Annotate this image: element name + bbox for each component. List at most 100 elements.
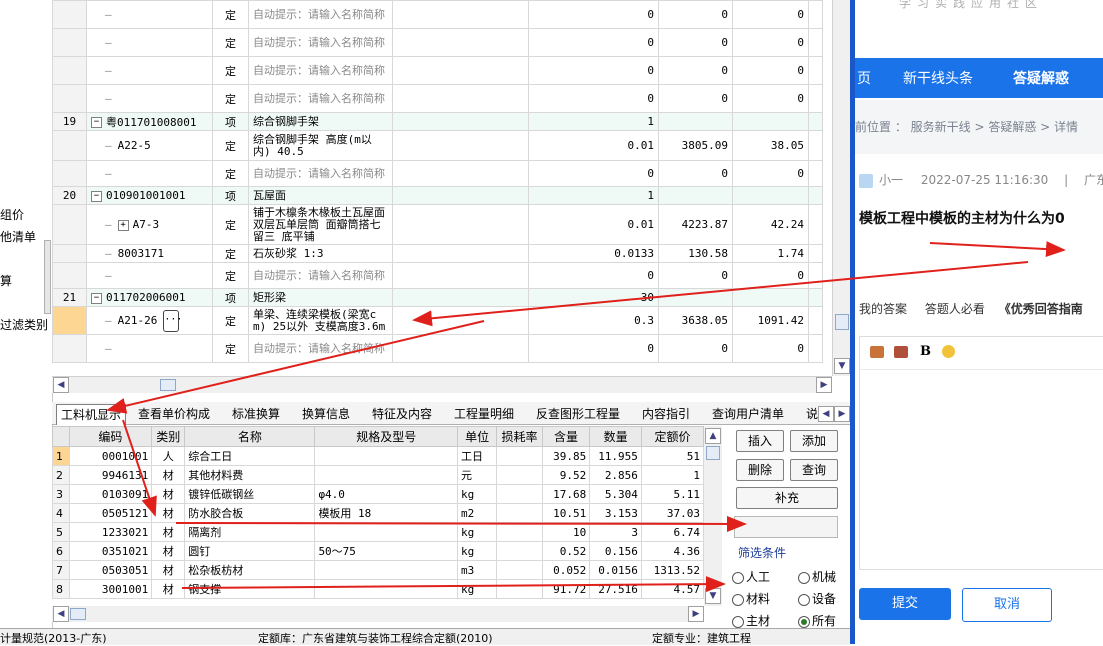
unit-price-cell[interactable]: 130.58 [658, 244, 733, 263]
material-spec[interactable] [314, 446, 459, 466]
collapse-icon[interactable]: − [91, 117, 102, 128]
code-cell[interactable]: — + A7-3 [86, 204, 213, 245]
scroll-up-icon[interactable]: ▲ [705, 428, 721, 444]
quantity-cell[interactable]: 0.3 [528, 306, 659, 335]
tab-content-guide[interactable]: 内容指引 [638, 404, 694, 424]
material-spec[interactable] [314, 560, 459, 580]
bill-row[interactable]: 20−010901001001 项瓦屋面 1 [52, 186, 823, 205]
material-content[interactable]: 9.52 [541, 465, 591, 485]
material-loss-rate[interactable] [496, 465, 543, 485]
bold-icon[interactable]: B [920, 344, 931, 359]
quantity-cell[interactable]: 30 [528, 288, 659, 307]
header-content[interactable]: 含量 [541, 426, 591, 447]
spec-cell[interactable] [392, 130, 529, 161]
total-cell[interactable]: 42.24 [732, 204, 809, 245]
material-quota-price[interactable]: 51 [640, 446, 704, 466]
query-button[interactable]: 查询 [790, 459, 838, 481]
material-quota-price[interactable]: 1313.52 [640, 560, 704, 580]
total-cell[interactable]: 0 [732, 0, 809, 29]
material-row[interactable]: 3 0103091 材镀锌低碳钢丝 φ4.0 kg 17.68 5.304 5.11 [52, 484, 704, 504]
quantity-cell[interactable]: 0 [528, 334, 659, 363]
material-quota-price[interactable]: 37.03 [640, 503, 704, 523]
material-content[interactable]: 17.68 [541, 484, 591, 504]
material-category[interactable]: 材 [151, 541, 186, 561]
total-cell[interactable]: 0 [732, 160, 809, 187]
collapse-icon[interactable]: − [91, 190, 102, 202]
type-cell[interactable]: 项 [212, 288, 249, 307]
filter-option-labor[interactable]: 人工 [732, 568, 770, 585]
material-quota-price[interactable]: 4.57 [640, 579, 704, 599]
total-cell[interactable]: 0 [732, 334, 809, 363]
unit-price-cell[interactable]: 3805.09 [658, 130, 733, 161]
type-cell[interactable]: 定 [212, 130, 249, 161]
spec-cell[interactable] [392, 186, 529, 205]
spec-cell[interactable] [392, 334, 529, 363]
unit-price-cell[interactable]: 0 [658, 28, 733, 57]
material-quota-price[interactable]: 5.11 [640, 484, 704, 504]
material-unit[interactable]: 元 [457, 465, 498, 485]
quantity-cell[interactable]: 0.01 [528, 130, 659, 161]
name-cell[interactable]: 自动提示：请输入名称简称 [248, 262, 393, 289]
material-spec[interactable] [314, 522, 459, 542]
total-cell[interactable]: 0 [732, 262, 809, 289]
scroll-thumb[interactable] [70, 608, 86, 620]
bill-row[interactable]: — A21-26 ··· 定单梁、连续梁模板(梁宽cm) 25以外 支模高度3.6m 0… [52, 306, 823, 335]
material-quantity[interactable]: 2.856 [589, 465, 642, 485]
material-row-index[interactable]: 7 [52, 560, 70, 580]
material-code[interactable]: 0505121 [68, 503, 153, 523]
type-cell[interactable]: 定 [212, 56, 249, 85]
code-cell[interactable]: −010901001001 [86, 186, 213, 205]
material-name[interactable]: 镀锌低碳钢丝 [184, 484, 316, 504]
bill-row[interactable]: — 定自动提示：请输入名称简称 0 0 0 [52, 0, 823, 29]
collapse-icon[interactable]: − [91, 292, 102, 304]
tab-query-user-list[interactable]: 查询用户清单 [708, 404, 788, 424]
tab-unit-price-composition[interactable]: 查看单价构成 [134, 404, 214, 424]
spec-cell[interactable] [392, 204, 529, 245]
name-cell[interactable]: 综合钢脚手架 [248, 112, 393, 131]
side-label-other-list[interactable]: 他清单 [0, 228, 36, 245]
more-options-button[interactable]: ··· [163, 309, 182, 332]
material-code[interactable]: 1233021 [68, 522, 153, 542]
code-cell[interactable]: — [86, 334, 213, 363]
material-loss-rate[interactable] [496, 541, 543, 561]
name-cell[interactable]: 铺于木檩条木椽板土瓦屋面 双层瓦单层筒 面瓣筒搭七留三 底平铺 [248, 204, 393, 245]
tab-answer-guide[interactable]: 《优秀回答指南 [999, 302, 1083, 316]
side-label-calc[interactable]: 算 [0, 272, 12, 289]
material-category[interactable]: 材 [151, 465, 186, 485]
material-spec[interactable] [314, 465, 459, 485]
code-cell[interactable]: —8003171 [86, 244, 213, 263]
total-cell[interactable]: 38.05 [732, 130, 809, 161]
tab-my-answer[interactable]: 我的答案 [859, 302, 907, 316]
material-loss-rate[interactable] [496, 484, 543, 504]
row-number[interactable] [52, 262, 87, 289]
spec-cell[interactable] [392, 0, 529, 29]
row-number[interactable] [52, 84, 87, 113]
material-name[interactable]: 钢支撑 [184, 579, 316, 599]
material-content[interactable]: 0.52 [541, 541, 591, 561]
material-spec[interactable]: φ4.0 [314, 484, 459, 504]
material-content[interactable]: 10 [541, 522, 591, 542]
material-category[interactable]: 材 [151, 484, 186, 504]
spec-cell[interactable] [392, 306, 529, 335]
spec-cell[interactable] [392, 28, 529, 57]
unit-price-cell[interactable] [658, 112, 733, 131]
type-cell[interactable]: 定 [212, 262, 249, 289]
material-code[interactable]: 0001001 [68, 446, 153, 466]
quantity-cell[interactable]: 0 [528, 0, 659, 29]
material-row-index[interactable]: 5 [52, 522, 70, 542]
row-number[interactable]: 19 [52, 112, 87, 131]
material-row-index[interactable]: 3 [52, 484, 70, 504]
code-cell[interactable]: — [86, 0, 213, 29]
row-number[interactable] [52, 28, 87, 57]
material-spec[interactable] [314, 579, 459, 599]
material-row[interactable]: 2 9946131 材其他材料费 元 9.52 2.856 1 [52, 465, 704, 485]
type-cell[interactable]: 定 [212, 0, 249, 29]
quantity-cell[interactable]: 0 [528, 160, 659, 187]
material-loss-rate[interactable] [496, 579, 543, 599]
total-cell[interactable] [732, 288, 809, 307]
total-cell[interactable]: 1.74 [732, 244, 809, 263]
spec-cell[interactable] [392, 56, 529, 85]
header-quantity[interactable]: 数量 [589, 426, 642, 447]
bill-row[interactable]: — 定自动提示：请输入名称简称 0 0 0 [52, 334, 823, 363]
emoji-icon[interactable] [942, 345, 955, 358]
